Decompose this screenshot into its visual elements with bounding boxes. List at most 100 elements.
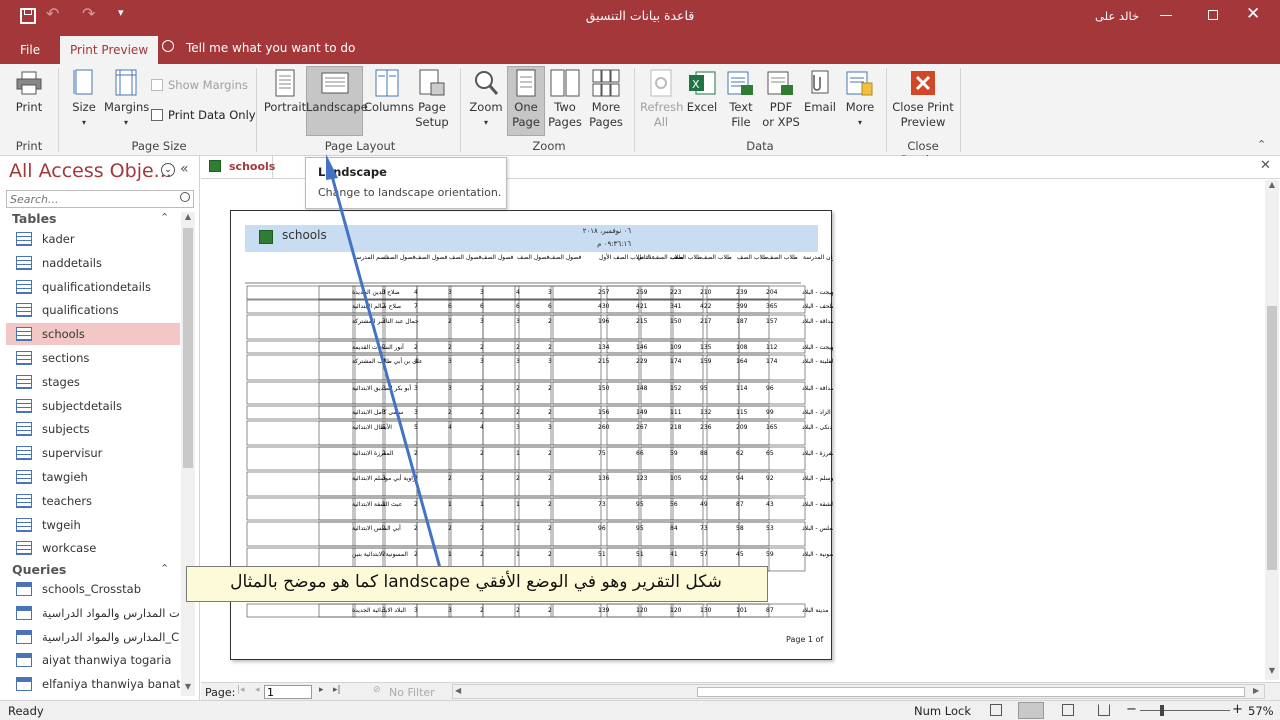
table-cell-value: على بن أبي طالب المشتركة bbox=[352, 357, 423, 365]
page-setup-button[interactable]: Page Setup bbox=[412, 68, 452, 130]
lightbulb-search-icon[interactable] bbox=[162, 40, 174, 52]
nav-query-item[interactable]: schools_Crosstab bbox=[6, 578, 180, 600]
pdf-export-button[interactable]: PDF or XPS bbox=[762, 68, 800, 130]
nav-table-workcase[interactable]: workcase bbox=[6, 537, 180, 559]
nav-menu-dropdown-icon[interactable]: ⌄ bbox=[161, 163, 175, 177]
h-scroll-right-icon[interactable]: ▶ bbox=[1253, 686, 1259, 695]
text-file-export-button[interactable]: Text File bbox=[722, 68, 760, 130]
portrait-button[interactable]: Portrait bbox=[262, 68, 308, 115]
print-preview-view-icon[interactable] bbox=[1018, 702, 1044, 719]
email-button[interactable]: Email bbox=[802, 68, 838, 115]
page-number-input[interactable] bbox=[264, 685, 312, 699]
zoom-level[interactable]: 57% bbox=[1248, 704, 1274, 718]
document-tab[interactable]: schools bbox=[203, 156, 275, 178]
zoom-slider-thumb[interactable] bbox=[1160, 705, 1164, 716]
no-filter-label[interactable]: No Filter bbox=[389, 686, 435, 699]
refresh-all-button[interactable]: Refresh All bbox=[640, 68, 683, 130]
next-page-icon[interactable]: ▸ bbox=[319, 685, 324, 695]
doc-scroll-thumb[interactable] bbox=[1267, 306, 1277, 570]
nav-query-item[interactable]: elfaniya thanwiya banat bbox=[6, 673, 180, 695]
table-cell-value: 109 bbox=[670, 344, 682, 351]
h-scroll-thumb[interactable] bbox=[697, 687, 1245, 697]
tab-file[interactable]: File bbox=[10, 36, 50, 64]
doc-scroll-down-icon[interactable]: ▼ bbox=[1265, 666, 1279, 680]
excel-export-button[interactable]: X Excel bbox=[684, 68, 720, 115]
nav-pane-title[interactable]: All Access Obje... bbox=[9, 160, 172, 182]
queries-section-header[interactable]: Queries bbox=[12, 562, 66, 577]
nav-query-item[interactable]: المدارس والمواد الدراسية_Crosst... bbox=[6, 626, 180, 648]
size-button[interactable]: Size ▾ bbox=[64, 68, 104, 130]
undo-icon[interactable]: ↶ bbox=[46, 4, 59, 23]
close-document-icon[interactable]: ✕ bbox=[1260, 158, 1271, 173]
close-print-preview-button[interactable]: Close Print Preview bbox=[890, 68, 956, 130]
report-view-icon[interactable] bbox=[990, 704, 1002, 716]
nav-table-qualificationdetails[interactable]: qualificationdetails bbox=[6, 276, 180, 298]
nav-item-label: schools_Crosstab bbox=[42, 582, 141, 596]
table-cell bbox=[514, 446, 602, 471]
collapse-nav-icon[interactable]: « bbox=[180, 161, 189, 177]
table-cell-value: 157 bbox=[766, 318, 778, 325]
margins-button[interactable]: Margins ▾ bbox=[104, 68, 149, 130]
collapse-queries-icon[interactable]: ⌃ bbox=[160, 562, 169, 575]
doc-horizontal-scrollbar[interactable]: ◀ ▶ bbox=[452, 684, 1265, 699]
nav-table-supervisur[interactable]: supervisur bbox=[6, 442, 180, 464]
doc-vertical-scrollbar[interactable]: ▲ ▼ bbox=[1265, 180, 1279, 680]
show-margins-checkbox[interactable] bbox=[151, 79, 163, 91]
nav-table-naddetails[interactable]: naddetails bbox=[6, 252, 180, 274]
prev-page-icon[interactable]: ◂ bbox=[255, 685, 260, 695]
column-header: طلاب الصف bbox=[737, 254, 768, 261]
quick-access-dropdown-icon[interactable]: ▾ bbox=[118, 6, 124, 19]
table-cell-value: 51 bbox=[636, 551, 644, 558]
nav-scrollbar[interactable]: ▲ ▼ bbox=[181, 212, 195, 696]
design-view-icon[interactable] bbox=[1098, 704, 1110, 716]
nav-table-tawgieh[interactable]: tawgieh bbox=[6, 466, 180, 488]
layout-view-icon[interactable] bbox=[1062, 704, 1074, 716]
print-button[interactable]: Print bbox=[8, 68, 50, 115]
nav-table-twgeih[interactable]: twgeih bbox=[6, 514, 180, 536]
nav-table-teachers[interactable]: teachers bbox=[6, 490, 180, 512]
nav-scroll-thumb[interactable] bbox=[183, 228, 193, 468]
nav-query-item[interactable]: احصائيات المدارس والمواد الدراسية bbox=[6, 602, 180, 624]
tables-section-header[interactable]: Tables bbox=[12, 211, 57, 226]
first-page-icon[interactable]: |◂ bbox=[237, 685, 245, 695]
nav-table-qualifications[interactable]: qualifications bbox=[6, 299, 180, 321]
search-icon[interactable] bbox=[180, 192, 190, 202]
doc-scroll-up-icon[interactable]: ▲ bbox=[1265, 180, 1279, 194]
nav-scroll-up-icon[interactable]: ▲ bbox=[181, 212, 195, 226]
one-page-button[interactable]: One Page bbox=[507, 68, 545, 130]
more-pages-button[interactable]: More Pages bbox=[584, 68, 628, 130]
h-scroll-left-icon[interactable]: ◀ bbox=[455, 686, 461, 695]
zoom-out-icon[interactable]: − bbox=[1126, 702, 1137, 717]
nav-table-schools[interactable]: schools bbox=[6, 323, 180, 346]
collapse-ribbon-icon[interactable]: ⌃ bbox=[1257, 138, 1266, 151]
last-page-icon[interactable]: ▸| bbox=[333, 685, 341, 695]
close-window-icon[interactable]: ✕ bbox=[1246, 4, 1260, 24]
nav-search-box[interactable] bbox=[6, 190, 194, 208]
nav-query-item[interactable]: aiyat thanwiya togaria bbox=[6, 649, 180, 671]
zoom-slider[interactable] bbox=[1140, 705, 1230, 716]
nav-table-kader[interactable]: kader bbox=[6, 228, 180, 250]
nav-table-stages[interactable]: stages bbox=[6, 371, 180, 393]
minimize-icon[interactable] bbox=[1160, 15, 1172, 16]
save-icon[interactable] bbox=[20, 8, 36, 24]
tab-print-preview[interactable]: Print Preview bbox=[60, 36, 159, 64]
columns-button[interactable]: Columns bbox=[364, 68, 414, 115]
collapse-tables-icon[interactable]: ⌃ bbox=[160, 211, 169, 224]
tell-me-input[interactable]: Tell me what you want to do bbox=[186, 41, 355, 55]
table-cell-value: مدينة البلاد bbox=[802, 607, 829, 614]
nav-table-sections[interactable]: sections bbox=[6, 347, 180, 369]
two-pages-button[interactable]: Two Pages bbox=[546, 68, 584, 130]
restore-icon[interactable] bbox=[1208, 10, 1218, 20]
user-name[interactable]: خالد على bbox=[1095, 9, 1139, 23]
nav-scroll-down-icon[interactable]: ▼ bbox=[181, 682, 195, 696]
nav-search-input[interactable] bbox=[7, 191, 167, 207]
nav-table-subjectdetails[interactable]: subjectdetails bbox=[6, 395, 180, 417]
print-data-only-checkbox[interactable] bbox=[151, 109, 163, 121]
more-export-button[interactable]: More ▾ bbox=[840, 68, 880, 130]
nav-table-subjects[interactable]: subjects bbox=[6, 418, 180, 440]
tooltip-body: Change to landscape orientation. bbox=[318, 186, 502, 199]
zoom-in-icon[interactable]: + bbox=[1232, 702, 1243, 717]
redo-icon[interactable]: ↷ bbox=[82, 4, 95, 23]
zoom-button[interactable]: Zoom ▾ bbox=[466, 68, 506, 130]
landscape-button[interactable]: Landscape bbox=[306, 68, 368, 115]
